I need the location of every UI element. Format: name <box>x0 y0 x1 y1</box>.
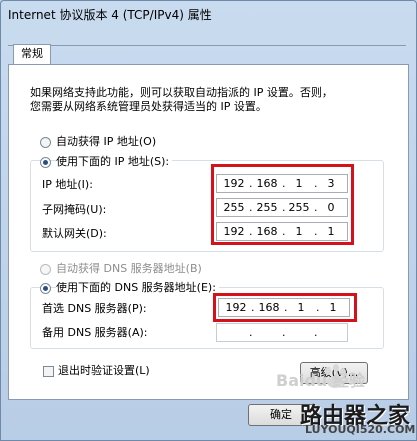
gateway-octet-2: 168 <box>256 225 278 238</box>
ip-octet-3: 1 <box>295 177 303 190</box>
subnet-mask-input[interactable]: 255 . 255 . 255 . 0 <box>216 198 348 217</box>
octet-dot: . <box>316 301 320 314</box>
alternate-dns-input[interactable]: . . . <box>216 323 348 342</box>
mask-octet-2: 255 <box>256 201 278 214</box>
default-gateway-label: 默认网关(D): <box>42 227 107 240</box>
dns-manual-radio[interactable] <box>40 283 51 294</box>
octet-dot: . <box>314 177 318 190</box>
dns-auto-radio <box>40 264 51 275</box>
octet-dot: . <box>249 201 253 214</box>
gateway-octet-1: 192 <box>223 225 245 238</box>
description-text: 如果网络支持此功能，则可以获取自动指派的 IP 设置。否则， 您需要从网络系统管… <box>30 86 390 114</box>
ip-address-label: IP 地址(I): <box>42 178 93 191</box>
dns-manual-label[interactable]: 使用下面的 DNS 服务器地址(E): <box>56 281 219 295</box>
ip-octet-2: 168 <box>256 177 278 190</box>
octet-dot: . <box>282 326 286 339</box>
subnet-mask-label: 子网掩码(U): <box>42 203 107 216</box>
ip-octet-4: 3 <box>327 177 335 190</box>
octet-dot: . <box>249 326 253 339</box>
preferred-dns-label: 首选 DNS 服务器(P): <box>42 302 147 315</box>
validate-label[interactable]: 退出时验证设置(L) <box>58 364 150 378</box>
ip-manual-radio[interactable] <box>40 157 51 168</box>
octet-dot: . <box>314 326 318 339</box>
dns1-octet-4: 1 <box>329 301 337 314</box>
tab-strip-line <box>8 45 406 46</box>
ip-manual-label[interactable]: 使用下面的 IP 地址(S): <box>56 155 173 169</box>
dns1-octet-3: 1 <box>297 301 305 314</box>
alternate-dns-label: 备用 DNS 服务器(A): <box>42 326 148 339</box>
ip-auto-label[interactable]: 自动获得 IP 地址(O) <box>56 135 156 149</box>
validate-checkbox[interactable] <box>43 366 54 377</box>
octet-dot: . <box>282 225 286 238</box>
ip-octet-1: 192 <box>223 177 245 190</box>
tab-general[interactable]: 常规 <box>13 44 51 65</box>
baidu-watermark: Baidu 经验 <box>276 371 365 390</box>
dns1-octet-1: 192 <box>225 301 247 314</box>
gateway-octet-4: 1 <box>327 225 335 238</box>
mask-octet-1: 255 <box>223 201 245 214</box>
ip-auto-radio[interactable] <box>40 137 51 148</box>
octet-dot: . <box>314 201 318 214</box>
octet-dot: . <box>282 177 286 190</box>
octet-dot: . <box>314 225 318 238</box>
dns1-octet-2: 168 <box>258 301 280 314</box>
octet-dot: . <box>249 225 253 238</box>
gateway-octet-3: 1 <box>295 225 303 238</box>
octet-dot: . <box>282 201 286 214</box>
dns-auto-label: 自动获得 DNS 服务器地址(B) <box>56 262 202 275</box>
octet-dot: . <box>284 301 288 314</box>
mask-octet-3: 255 <box>288 201 310 214</box>
description-line-2: 您需要从网络系统管理员处获得适当的 IP 设置。 <box>30 100 267 113</box>
octet-dot: . <box>251 301 255 314</box>
octet-dot: . <box>249 177 253 190</box>
window-title: Internet 协议版本 4 (TCP/IPv4) 属性 <box>8 8 212 22</box>
mask-octet-4: 0 <box>327 201 335 214</box>
preferred-dns-input[interactable]: 192 . 168 . 1 . 1 <box>218 298 350 317</box>
default-gateway-input[interactable]: 192 . 168 . 1 . 1 <box>216 222 348 241</box>
description-line-1: 如果网络支持此功能，则可以获取自动指派的 IP 设置。否则， <box>30 86 333 99</box>
ip-address-input[interactable]: 192 . 168 . 1 . 3 <box>216 174 348 193</box>
site-watermark-url: LUYOUQI520.COM <box>305 423 416 436</box>
